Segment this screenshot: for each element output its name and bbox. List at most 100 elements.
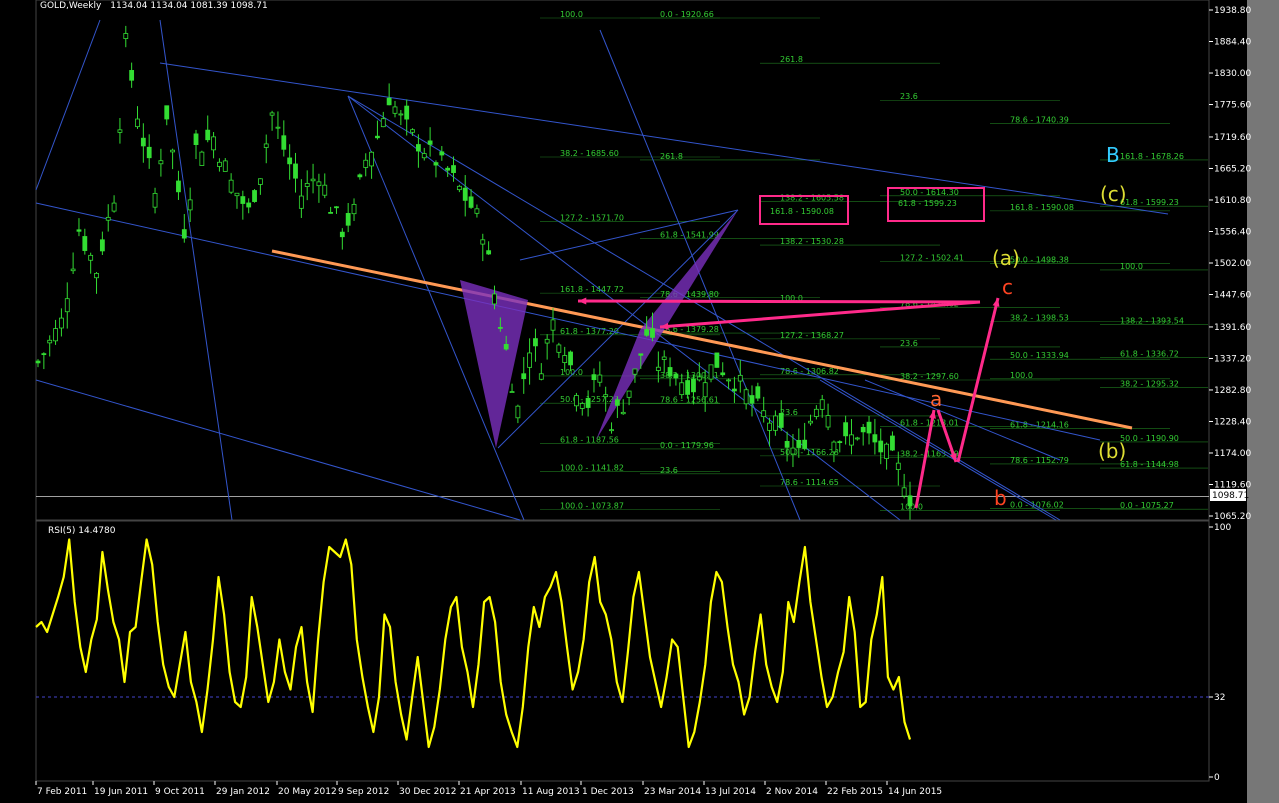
candle-body [76, 229, 82, 232]
price-candles [35, 25, 913, 520]
trendline [35, 19, 101, 191]
trendline [159, 19, 233, 521]
candle-body [363, 159, 369, 168]
candle-body [480, 239, 486, 245]
candle-body [743, 389, 749, 405]
candle-body [293, 163, 298, 179]
price-tick-label: 1610.80 [1214, 196, 1251, 206]
rsi-line [35, 538, 912, 749]
candle-body [679, 382, 685, 396]
fib-level-label: 38.2 - 1295.32 [1120, 380, 1179, 389]
trendlines [35, 19, 1169, 521]
price-tick-label: 1119.60 [1214, 480, 1251, 490]
fib-level-label: 61.8 - 1336.72 [1120, 349, 1179, 358]
candle-body [158, 160, 164, 165]
price-tick-label: 1447.60 [1214, 291, 1251, 301]
fib-level-label: 78.6 - 1740.39 [1010, 115, 1069, 124]
wave-label: B [1106, 143, 1120, 167]
candle-body [117, 129, 123, 133]
candle-body [380, 118, 386, 128]
candle-body [187, 199, 193, 211]
candle-body [614, 399, 620, 406]
rsi-tick-label: 0 [1214, 773, 1220, 783]
candle-body [357, 174, 363, 178]
price-tick-label: 1174.00 [1214, 449, 1251, 459]
price-tick-label: 1938.80 [1214, 6, 1251, 16]
fib-level-label: 23.6 [900, 339, 918, 348]
fib-level-label: 0.0 - 1179.96 [660, 441, 714, 450]
candle-body [492, 293, 497, 305]
price-tick-label: 1884.40 [1214, 38, 1251, 48]
candle-body [351, 203, 357, 215]
candle-body [860, 426, 866, 433]
price-axis: 1938.80 1884.40 1830.00 1775.60 1719.60 1665.… [1209, 6, 1251, 522]
candle-body [661, 356, 667, 360]
candle-body [176, 180, 181, 193]
candle-body [252, 190, 257, 202]
wave-label: a [930, 387, 942, 411]
candle-body [199, 151, 205, 166]
candle-body [819, 399, 825, 410]
candle-body [854, 437, 860, 440]
fib-level-label: 161.8 - 1590.08 [1010, 203, 1074, 212]
time-tick-label: 9 Sep 2012 [338, 787, 389, 797]
fib-level-label: 23.6 [660, 466, 678, 475]
candle-body [497, 327, 503, 329]
candle-body [784, 440, 790, 448]
candle-body [521, 373, 527, 380]
candle-body [228, 179, 234, 193]
time-tick-label: 19 Jun 2011 [94, 787, 148, 797]
candle-body [398, 113, 404, 116]
trendline [159, 62, 1169, 215]
candle-body [392, 106, 398, 114]
candle-body [263, 143, 269, 148]
wave-label: (b) [1098, 439, 1126, 463]
fib-level-label: 78.6 - 1256.61 [660, 396, 719, 405]
candle-body [59, 317, 64, 329]
fib-level-label: 23.6 [900, 92, 918, 101]
window-edge [1247, 0, 1279, 803]
candle-body [907, 495, 913, 507]
price-tick-label: 1391.60 [1214, 323, 1251, 333]
candle-body [503, 343, 509, 350]
chart-header: GOLD,Weekly 1134.04 1134.04 1081.39 1098… [40, 1, 268, 11]
candle-body [591, 374, 597, 381]
candle-body [843, 422, 849, 437]
candle-body [146, 146, 152, 159]
candle-body [837, 441, 843, 444]
fib-level-label: 0.0 - 1920.66 [660, 10, 714, 19]
candle-body [691, 378, 696, 393]
candle-body [562, 355, 568, 363]
candle-body [339, 231, 345, 238]
time-tick-label: 22 Feb 2015 [827, 787, 883, 797]
candle-body [872, 434, 878, 443]
rsi-tick-label: 32 [1214, 693, 1225, 703]
candle-body [427, 140, 433, 145]
candle-body [685, 380, 691, 395]
candle-body [211, 136, 216, 151]
candle-body [64, 298, 70, 313]
candle-body [737, 374, 743, 382]
price-tick-label: 1719.60 [1214, 133, 1251, 143]
time-tick-label: 7 Feb 2011 [37, 787, 87, 797]
wave-label: c [1002, 275, 1013, 299]
fib-level-label: 161.8 - 1447.72 [560, 285, 624, 294]
candle-body [246, 202, 252, 208]
candle-body [257, 178, 263, 185]
trendline [347, 95, 901, 521]
wave-label: b [994, 486, 1007, 510]
fib-level-label: 138.2 - 1530.28 [780, 237, 844, 246]
candle-body [568, 351, 573, 366]
fib-level-label: 100.0 - 1073.87 [560, 502, 624, 511]
candle-body [866, 421, 872, 434]
fib-level-label: 61.8 - 1187.56 [560, 436, 619, 445]
time-tick-label: 20 May 2012 [278, 787, 337, 797]
time-tick-label: 29 Jan 2012 [216, 787, 270, 797]
rsi-indicator: 100 32 0 [35, 523, 1231, 783]
highlight-box-label: 161.8 - 1590.08 [770, 207, 834, 216]
arrow-line [577, 299, 981, 304]
price-tick-label: 1065.20 [1214, 512, 1251, 522]
candle-body [761, 410, 767, 418]
candle-body [609, 429, 614, 432]
candle-body [41, 353, 47, 356]
